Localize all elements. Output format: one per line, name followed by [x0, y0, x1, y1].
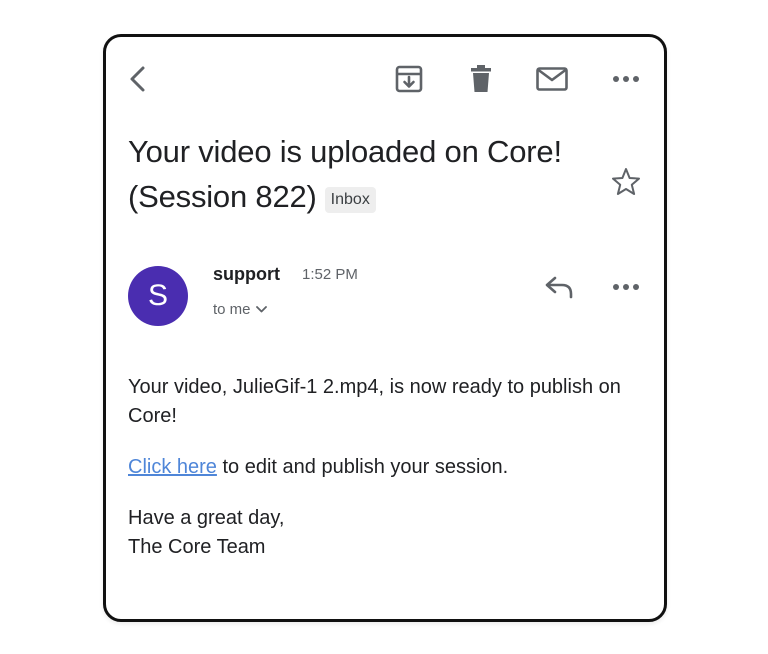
chevron-left-icon	[130, 66, 145, 92]
body-paragraph-2-text: to edit and publish your session.	[216, 456, 509, 478]
more-options-button[interactable]	[608, 61, 644, 97]
signoff-line-1: Have a great day,	[128, 507, 285, 529]
back-button[interactable]	[120, 61, 156, 97]
more-horizontal-icon	[613, 76, 639, 82]
archive-button[interactable]	[391, 61, 427, 97]
sender-name[interactable]: support	[213, 264, 280, 285]
star-button[interactable]	[606, 162, 646, 202]
more-horizontal-icon	[613, 284, 639, 290]
avatar-initial: S	[147, 279, 168, 312]
reply-icon	[545, 276, 573, 299]
star-icon	[612, 168, 640, 195]
recipient-text: to me	[213, 301, 251, 318]
signoff: Have a great day, The Core Team	[128, 504, 628, 562]
subject-header: Your video is uploaded on Core! (Session…	[128, 129, 598, 219]
chevron-down-icon	[255, 306, 267, 313]
body-paragraph-1: Your video, JulieGif-1 2.mp4, is now rea…	[128, 376, 621, 427]
recipient-details-toggle[interactable]: to me	[213, 301, 267, 318]
message-more-button[interactable]	[608, 269, 644, 305]
reply-button[interactable]	[541, 269, 577, 305]
sender-avatar[interactable]: S	[128, 266, 188, 326]
delete-button[interactable]	[463, 61, 499, 97]
signoff-line-2: The Core Team	[128, 536, 266, 558]
email-body: Your video, JulieGif-1 2.mp4, is now rea…	[128, 373, 628, 584]
trash-icon	[471, 65, 491, 92]
mark-unread-button[interactable]	[534, 61, 570, 97]
mail-icon	[536, 67, 568, 91]
toolbar	[106, 37, 664, 117]
archive-icon	[395, 65, 423, 93]
click-here-link[interactable]: Click here	[128, 456, 217, 478]
email-time: 1:52 PM	[302, 266, 358, 283]
body-paragraph-2: Click here to edit and publish your sess…	[128, 453, 628, 482]
inbox-label-badge[interactable]: Inbox	[324, 186, 376, 213]
email-view-card: Your video is uploaded on Core! (Session…	[103, 34, 667, 622]
